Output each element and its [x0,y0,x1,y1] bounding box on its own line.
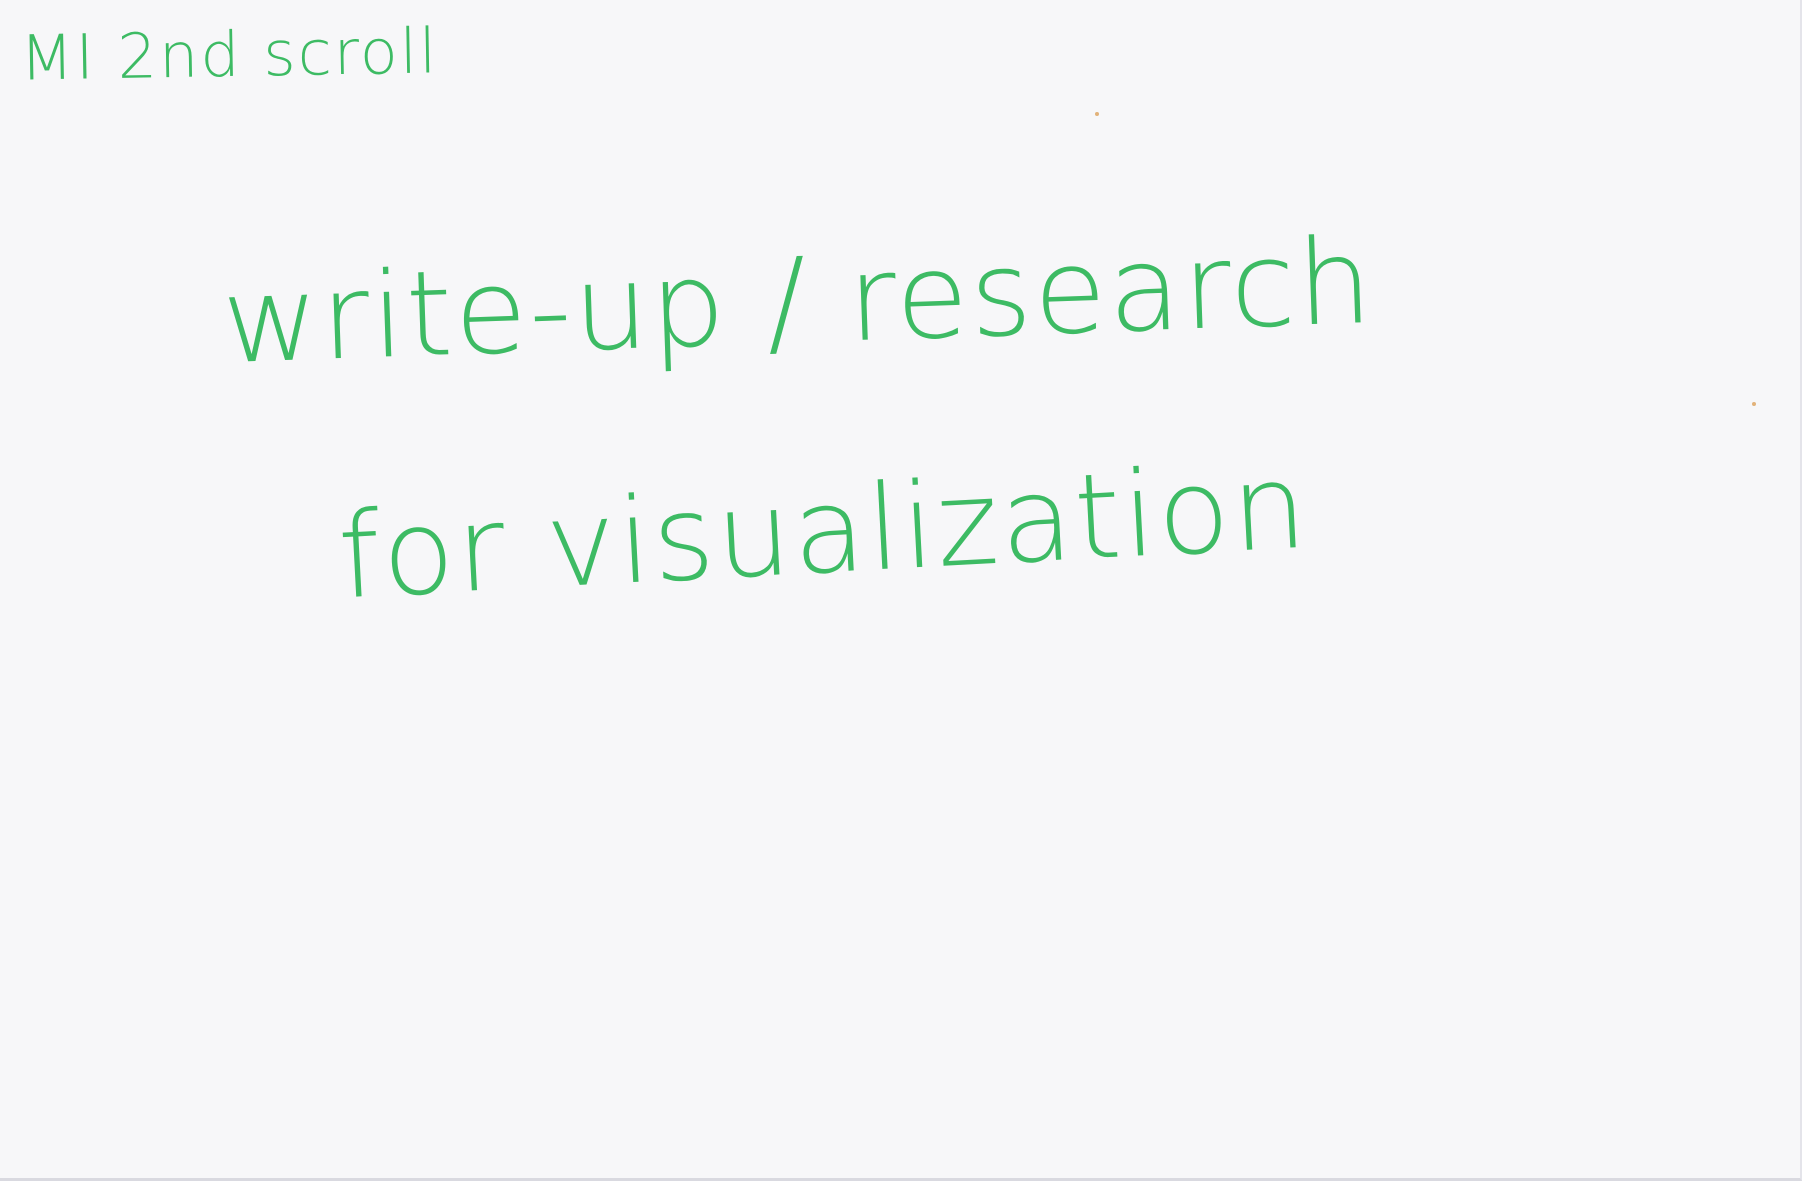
corner-label: MI 2nd scroll [19,14,439,95]
note-line-2: for visualization [335,436,1312,626]
note-line-1: write-up / research [219,211,1377,391]
index-card: MI 2nd scroll write-up / research for vi… [0,0,1802,1181]
paper-speck [1095,112,1099,116]
paper-speck [1752,402,1756,406]
